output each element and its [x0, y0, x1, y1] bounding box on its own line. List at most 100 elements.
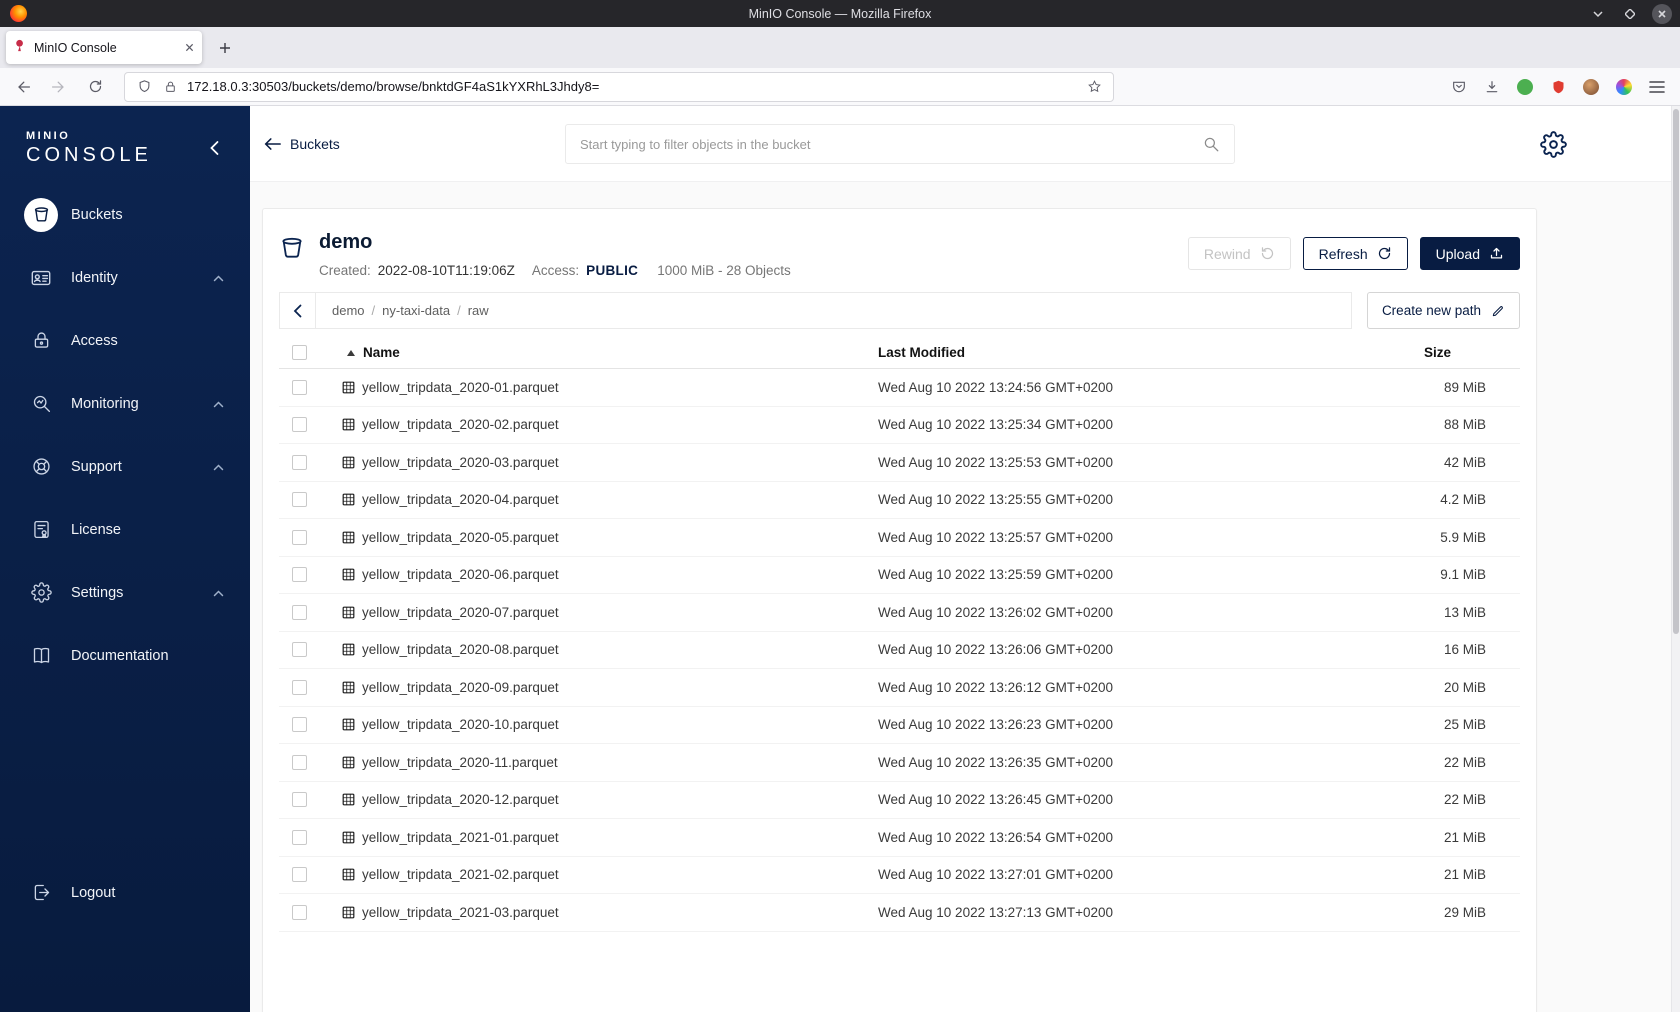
object-last-modified: Wed Aug 10 2022 13:25:57 GMT+0200 [878, 529, 1114, 545]
sidebar-item-settings[interactable]: Settings [0, 561, 250, 624]
object-name[interactable]: yellow_tripdata_2020-08.parquet [362, 642, 559, 657]
sidebar-item-label: Documentation [71, 647, 169, 664]
object-name[interactable]: yellow_tripdata_2020-10.parquet [362, 717, 559, 732]
row-checkbox[interactable] [291, 642, 307, 658]
table-row[interactable]: yellow_tripdata_2020-09.parquet Wed Aug … [279, 669, 1520, 707]
object-name[interactable]: yellow_tripdata_2021-03.parquet [362, 905, 559, 920]
table-row[interactable]: yellow_tripdata_2020-06.parquet Wed Aug … [279, 557, 1520, 594]
object-name[interactable]: yellow_tripdata_2020-03.parquet [362, 455, 559, 470]
window-close-button[interactable] [1652, 3, 1672, 24]
table-row[interactable]: yellow_tripdata_2020-05.parquet Wed Aug … [279, 519, 1520, 557]
object-name[interactable]: yellow_tripdata_2020-02.parquet [362, 417, 559, 432]
object-filter-search[interactable] [565, 124, 1235, 164]
path-back-button[interactable] [279, 292, 316, 329]
bookmark-star-icon[interactable] [1085, 78, 1103, 96]
object-size: 22 MiB [1443, 792, 1486, 808]
window-minimize-button[interactable] [1588, 4, 1608, 24]
extension-icon-green[interactable] [1516, 78, 1534, 96]
table-row[interactable]: yellow_tripdata_2020-12.parquet Wed Aug … [279, 782, 1520, 819]
row-checkbox[interactable] [291, 867, 307, 883]
object-name[interactable]: yellow_tripdata_2021-02.parquet [362, 867, 559, 882]
row-checkbox[interactable] [291, 792, 307, 808]
row-checkbox[interactable] [291, 679, 307, 695]
url-input[interactable] [187, 79, 1077, 94]
profile-avatar-icon[interactable] [1582, 78, 1600, 96]
table-row[interactable]: yellow_tripdata_2021-01.parquet Wed Aug … [279, 819, 1520, 857]
row-checkbox[interactable] [291, 829, 307, 845]
page-scrollbar[interactable] [1671, 106, 1680, 1012]
pocket-icon[interactable] [1450, 78, 1468, 96]
url-bar[interactable] [124, 71, 1114, 102]
object-name[interactable]: yellow_tripdata_2020-04.parquet [362, 492, 559, 507]
table-row[interactable]: yellow_tripdata_2020-10.parquet Wed Aug … [279, 707, 1520, 744]
object-name[interactable]: yellow_tripdata_2021-01.parquet [362, 830, 559, 845]
sidebar-item-logout[interactable]: Logout [0, 861, 250, 924]
tracking-shield-icon[interactable] [135, 78, 153, 96]
back-button[interactable] [10, 74, 36, 100]
breadcrumb-segment[interactable]: ny-taxi-data [382, 303, 450, 318]
breadcrumb-segment[interactable]: demo [332, 303, 365, 318]
sidebar: MINIO CONSOLE Buckets Identity Access Mo… [0, 106, 250, 1012]
sidebar-item-license[interactable]: License [0, 498, 250, 561]
back-to-buckets-link[interactable]: Buckets [264, 136, 340, 152]
new-tab-button[interactable] [210, 33, 240, 63]
object-name[interactable]: yellow_tripdata_2020-07.parquet [362, 605, 559, 620]
row-checkbox[interactable] [291, 379, 307, 395]
row-checkbox[interactable] [291, 492, 307, 508]
settings-gear-button[interactable] [1538, 129, 1568, 159]
scrollbar-thumb[interactable] [1673, 109, 1679, 634]
tab-close-icon[interactable] [185, 43, 194, 52]
downloads-icon[interactable] [1483, 78, 1501, 96]
table-row[interactable]: yellow_tripdata_2020-08.parquet Wed Aug … [279, 632, 1520, 669]
forward-button[interactable] [46, 74, 72, 100]
extension-icon-pinwheel[interactable] [1615, 78, 1633, 96]
row-checkbox[interactable] [291, 754, 307, 770]
table-row[interactable]: yellow_tripdata_2021-02.parquet Wed Aug … [279, 857, 1520, 894]
table-row[interactable]: yellow_tripdata_2021-03.parquet Wed Aug … [279, 894, 1520, 932]
column-header-name[interactable]: Name [319, 345, 878, 360]
row-checkbox[interactable] [291, 529, 307, 545]
row-checkbox[interactable] [291, 904, 307, 920]
table-row[interactable]: yellow_tripdata_2020-02.parquet Wed Aug … [279, 407, 1520, 444]
table-row[interactable]: yellow_tripdata_2020-04.parquet Wed Aug … [279, 482, 1520, 519]
menu-button[interactable] [1648, 78, 1666, 96]
rewind-button[interactable]: Rewind [1187, 237, 1291, 270]
row-checkbox[interactable] [291, 717, 307, 733]
table-row[interactable]: yellow_tripdata_2020-07.parquet Wed Aug … [279, 594, 1520, 632]
search-input[interactable] [580, 136, 1194, 152]
object-name[interactable]: yellow_tripdata_2020-09.parquet [362, 680, 559, 695]
object-name[interactable]: yellow_tripdata_2020-05.parquet [362, 530, 559, 545]
row-checkbox[interactable] [291, 604, 307, 620]
row-checkbox[interactable] [291, 454, 307, 470]
sidebar-item-support[interactable]: Support [0, 435, 250, 498]
column-header-size[interactable]: Size [1422, 345, 1520, 360]
object-name[interactable]: yellow_tripdata_2020-12.parquet [362, 792, 559, 807]
select-all-checkbox[interactable] [291, 345, 307, 360]
row-checkbox[interactable] [291, 417, 307, 433]
sidebar-item-access[interactable]: Access [0, 309, 250, 372]
sidebar-item-monitoring[interactable]: Monitoring [0, 372, 250, 435]
create-new-path-button[interactable]: Create new path [1366, 292, 1520, 329]
sidebar-item-identity[interactable]: Identity [0, 246, 250, 309]
connection-lock-icon[interactable] [161, 78, 179, 96]
table-row[interactable]: yellow_tripdata_2020-03.parquet Wed Aug … [279, 444, 1520, 482]
row-checkbox[interactable] [291, 567, 307, 583]
ublock-shield-icon[interactable] [1549, 78, 1567, 96]
object-name[interactable]: yellow_tripdata_2020-06.parquet [362, 567, 559, 582]
sidebar-collapse-button[interactable] [209, 140, 220, 161]
window-maximize-button[interactable] [1620, 4, 1640, 24]
object-name[interactable]: yellow_tripdata_2020-01.parquet [362, 380, 559, 395]
column-header-last-modified[interactable]: Last Modified [878, 345, 1422, 360]
table-row[interactable]: yellow_tripdata_2020-01.parquet Wed Aug … [279, 369, 1520, 407]
upload-button[interactable]: Upload [1419, 237, 1520, 270]
firefox-logo-icon [10, 5, 27, 22]
object-name[interactable]: yellow_tripdata_2020-11.parquet [362, 755, 558, 770]
table-row[interactable]: yellow_tripdata_2020-11.parquet Wed Aug … [279, 744, 1520, 782]
refresh-button[interactable]: Refresh [1302, 237, 1408, 270]
access-value[interactable]: PUBLIC [586, 263, 638, 278]
breadcrumb-segment[interactable]: raw [468, 303, 489, 318]
sidebar-item-documentation[interactable]: Documentation [0, 624, 250, 687]
reload-button[interactable] [82, 74, 108, 100]
sidebar-item-buckets[interactable]: Buckets [0, 183, 250, 246]
tab-minio-console[interactable]: MinIO Console [6, 31, 202, 64]
